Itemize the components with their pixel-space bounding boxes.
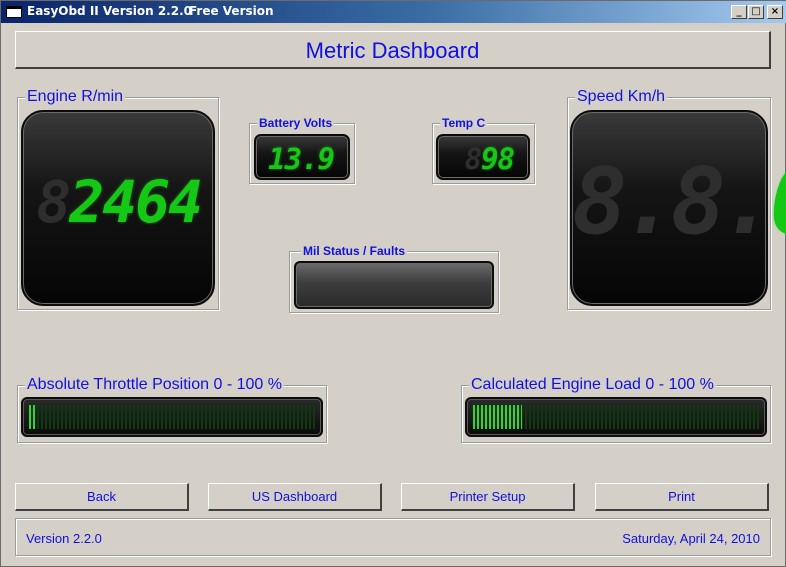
temp-value: 98 <box>481 142 515 176</box>
load-bar <box>465 397 767 437</box>
rpm-ghost-digits: 8 <box>36 168 71 236</box>
temp-group: Temp C 898 <box>432 115 535 184</box>
temp-ghost-digits: 8 <box>464 142 482 176</box>
print-button[interactable]: Print <box>595 483 769 511</box>
version-text: Version 2.2.0 <box>26 531 102 546</box>
speed-value: 0 <box>770 148 786 255</box>
rpm-group: Engine R/min 82464 <box>17 89 219 310</box>
status-panel: Version 2.2.0 Saturday, April 24, 2010 <box>15 518 771 556</box>
battery-label: Battery Volts <box>257 115 335 131</box>
throttle-group: Absolute Throttle Position 0 - 100 % <box>17 377 327 443</box>
throttle-bar <box>21 397 323 437</box>
window-title: EasyObd II Version 2.2.0 <box>27 4 192 18</box>
speed-ghost-digits: 8.8. <box>572 148 776 255</box>
minimize-button[interactable]: _ <box>731 5 747 19</box>
throttle-bar-fill <box>29 405 35 429</box>
us-dashboard-button[interactable]: US Dashboard <box>208 483 382 511</box>
back-button[interactable]: Back <box>15 483 189 511</box>
printer-setup-button[interactable]: Printer Setup <box>401 483 575 511</box>
app-icon <box>6 6 22 18</box>
app-window: EasyObd II Version 2.2.0 Free Version _ … <box>0 0 786 567</box>
temp-display: 898 <box>436 134 530 180</box>
maximize-button[interactable]: □ <box>748 5 764 19</box>
rpm-value: 2464 <box>69 168 203 236</box>
battery-display: 13.9 <box>254 134 350 180</box>
battery-value: 13.9 <box>268 142 335 176</box>
rpm-display: 82464 <box>21 110 215 306</box>
load-label: Calculated Engine Load 0 - 100 % <box>469 376 716 393</box>
load-bar-fill <box>473 405 522 429</box>
speed-group: Speed Km/h 8.8.0 <box>567 88 786 310</box>
rpm-label: Engine R/min <box>25 88 126 105</box>
edition-label: Free Version <box>189 4 274 18</box>
date-text: Saturday, April 24, 2010 <box>622 531 760 546</box>
mil-group: Mil Status / Faults <box>289 243 499 313</box>
load-group: Calculated Engine Load 0 - 100 % <box>461 377 771 443</box>
speed-display: 8.8.0 <box>570 110 786 306</box>
throttle-label: Absolute Throttle Position 0 - 100 % <box>25 376 284 393</box>
close-button[interactable]: × <box>767 5 783 19</box>
page-title: Metric Dashboard <box>305 38 480 63</box>
mil-label: Mil Status / Faults <box>301 243 408 259</box>
temp-label: Temp C <box>440 115 488 131</box>
speed-label: Speed Km/h <box>575 88 668 105</box>
title-bar[interactable]: EasyObd II Version 2.2.0 Free Version _ … <box>1 1 786 23</box>
mil-display <box>294 261 494 309</box>
battery-group: Battery Volts 13.9 <box>249 115 355 184</box>
dashboard-header: Metric Dashboard <box>15 31 771 69</box>
